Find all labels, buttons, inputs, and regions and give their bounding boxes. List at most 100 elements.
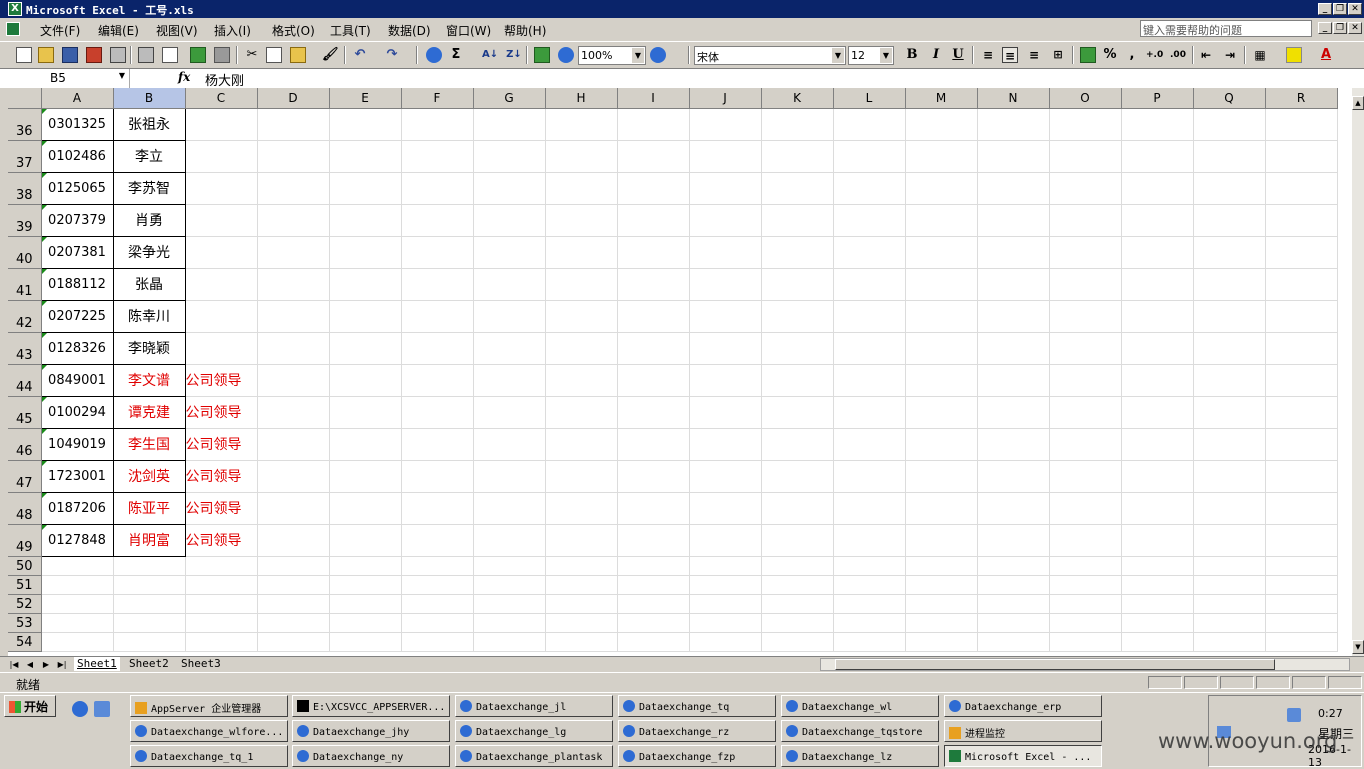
cell[interactable] <box>1121 524 1194 557</box>
cell[interactable] <box>689 594 762 614</box>
cell[interactable] <box>401 364 474 397</box>
permission-icon[interactable] <box>86 47 102 63</box>
cell[interactable] <box>1049 524 1122 557</box>
taskbar-button[interactable]: Dataexchange_erp <box>944 695 1102 717</box>
taskbar-button[interactable]: 进程监控 <box>944 720 1102 742</box>
chevron-down-icon[interactable]: ▼ <box>880 48 892 63</box>
cell[interactable] <box>329 492 402 525</box>
restore-button[interactable]: ❐ <box>1333 3 1347 15</box>
menu-file[interactable]: 文件(F) <box>40 22 80 39</box>
scroll-down-icon[interactable]: ▼ <box>1352 640 1364 654</box>
cell[interactable] <box>473 556 546 576</box>
scroll-up-icon[interactable]: ▲ <box>1352 96 1364 110</box>
cell[interactable] <box>545 300 618 333</box>
merge-center-icon[interactable]: ⊞ <box>1050 47 1066 63</box>
italic-button[interactable]: I <box>928 47 944 63</box>
cell[interactable] <box>689 396 762 429</box>
column-header-a[interactable]: A <box>41 88 114 109</box>
column-header-h[interactable]: H <box>545 88 618 109</box>
cell[interactable] <box>257 332 330 365</box>
decrease-decimal-icon[interactable]: .00 <box>1170 47 1186 63</box>
cell[interactable] <box>617 524 690 557</box>
cell[interactable] <box>545 460 618 493</box>
cell[interactable] <box>329 108 402 141</box>
cell[interactable] <box>689 236 762 269</box>
undo-icon[interactable]: ↶ <box>352 47 368 63</box>
cell[interactable] <box>1121 492 1194 525</box>
cell[interactable] <box>977 204 1050 237</box>
cell[interactable] <box>185 575 258 595</box>
cell[interactable] <box>329 428 402 461</box>
cell-remark[interactable]: 公司领导 <box>185 524 258 557</box>
cell[interactable] <box>905 172 978 205</box>
cell[interactable] <box>257 396 330 429</box>
cell[interactable] <box>545 396 618 429</box>
cell[interactable] <box>1265 396 1338 429</box>
cell[interactable] <box>329 575 402 595</box>
cell[interactable] <box>1121 460 1194 493</box>
cell[interactable] <box>473 594 546 614</box>
cell[interactable] <box>329 396 402 429</box>
name-box[interactable]: B5 ▼ <box>0 69 130 88</box>
cell[interactable] <box>689 332 762 365</box>
cell[interactable] <box>905 613 978 633</box>
taskbar-button[interactable]: E:\XCSVCC_APPSERVER... <box>292 695 450 717</box>
chevron-down-icon[interactable]: ▼ <box>632 48 644 63</box>
cell[interactable] <box>545 632 618 652</box>
cell[interactable] <box>1193 108 1266 141</box>
cell-employee-id[interactable]: 0127848 <box>40 523 114 557</box>
cell[interactable] <box>473 364 546 397</box>
row-header[interactable]: 52 <box>8 594 42 614</box>
cell[interactable] <box>257 613 330 633</box>
column-header-d[interactable]: D <box>257 88 330 109</box>
menu-edit[interactable]: 编辑(E) <box>98 22 139 39</box>
scroll-thumb[interactable] <box>835 659 1275 670</box>
cell-employee-id[interactable]: 0207379 <box>40 203 114 237</box>
cell-remark[interactable]: 公司领导 <box>185 396 258 429</box>
cell[interactable] <box>617 575 690 595</box>
cell[interactable] <box>761 632 834 652</box>
column-header-q[interactable]: Q <box>1193 88 1266 109</box>
cell[interactable] <box>257 428 330 461</box>
workbook-icon[interactable] <box>6 22 20 36</box>
cell[interactable] <box>617 613 690 633</box>
cell[interactable] <box>401 460 474 493</box>
cell[interactable] <box>977 428 1050 461</box>
doc-restore-button[interactable]: ❐ <box>1333 22 1347 34</box>
row-header[interactable]: 47 <box>8 460 42 493</box>
cell-employee-name[interactable]: 张晶 <box>112 267 186 301</box>
cell[interactable] <box>1193 140 1266 173</box>
taskbar-button[interactable]: Dataexchange_wl <box>781 695 939 717</box>
cell[interactable] <box>113 594 186 614</box>
cell[interactable] <box>1049 632 1122 652</box>
underline-button[interactable]: U <box>950 47 966 63</box>
cell[interactable] <box>1193 428 1266 461</box>
zoom-select[interactable]: 100% ▼ <box>578 46 646 65</box>
cell-remark[interactable] <box>185 236 258 269</box>
cell[interactable] <box>473 575 546 595</box>
taskbar-button[interactable]: Dataexchange_rz <box>618 720 776 742</box>
cell[interactable] <box>1049 172 1122 205</box>
menu-tools[interactable]: 工具(T) <box>330 22 371 39</box>
cell[interactable] <box>473 332 546 365</box>
cell[interactable] <box>401 268 474 301</box>
row-header[interactable]: 49 <box>8 524 42 557</box>
cell[interactable] <box>905 632 978 652</box>
autosum-icon[interactable]: Σ <box>448 47 464 63</box>
cell-employee-name[interactable]: 张祖永 <box>112 107 186 141</box>
cell[interactable] <box>185 613 258 633</box>
cell[interactable] <box>761 332 834 365</box>
cell[interactable] <box>1265 428 1338 461</box>
column-header-i[interactable]: I <box>617 88 690 109</box>
cell[interactable] <box>761 204 834 237</box>
cell-remark[interactable] <box>185 268 258 301</box>
cell[interactable] <box>689 492 762 525</box>
cell[interactable] <box>833 396 906 429</box>
cell[interactable] <box>473 204 546 237</box>
cell[interactable] <box>689 556 762 576</box>
cell-employee-id[interactable]: 0301325 <box>40 107 114 141</box>
font-select[interactable]: 宋体 ▼ <box>694 46 846 65</box>
first-sheet-icon[interactable]: |◀ <box>8 658 20 671</box>
cell[interactable] <box>1193 613 1266 633</box>
cell[interactable] <box>689 364 762 397</box>
